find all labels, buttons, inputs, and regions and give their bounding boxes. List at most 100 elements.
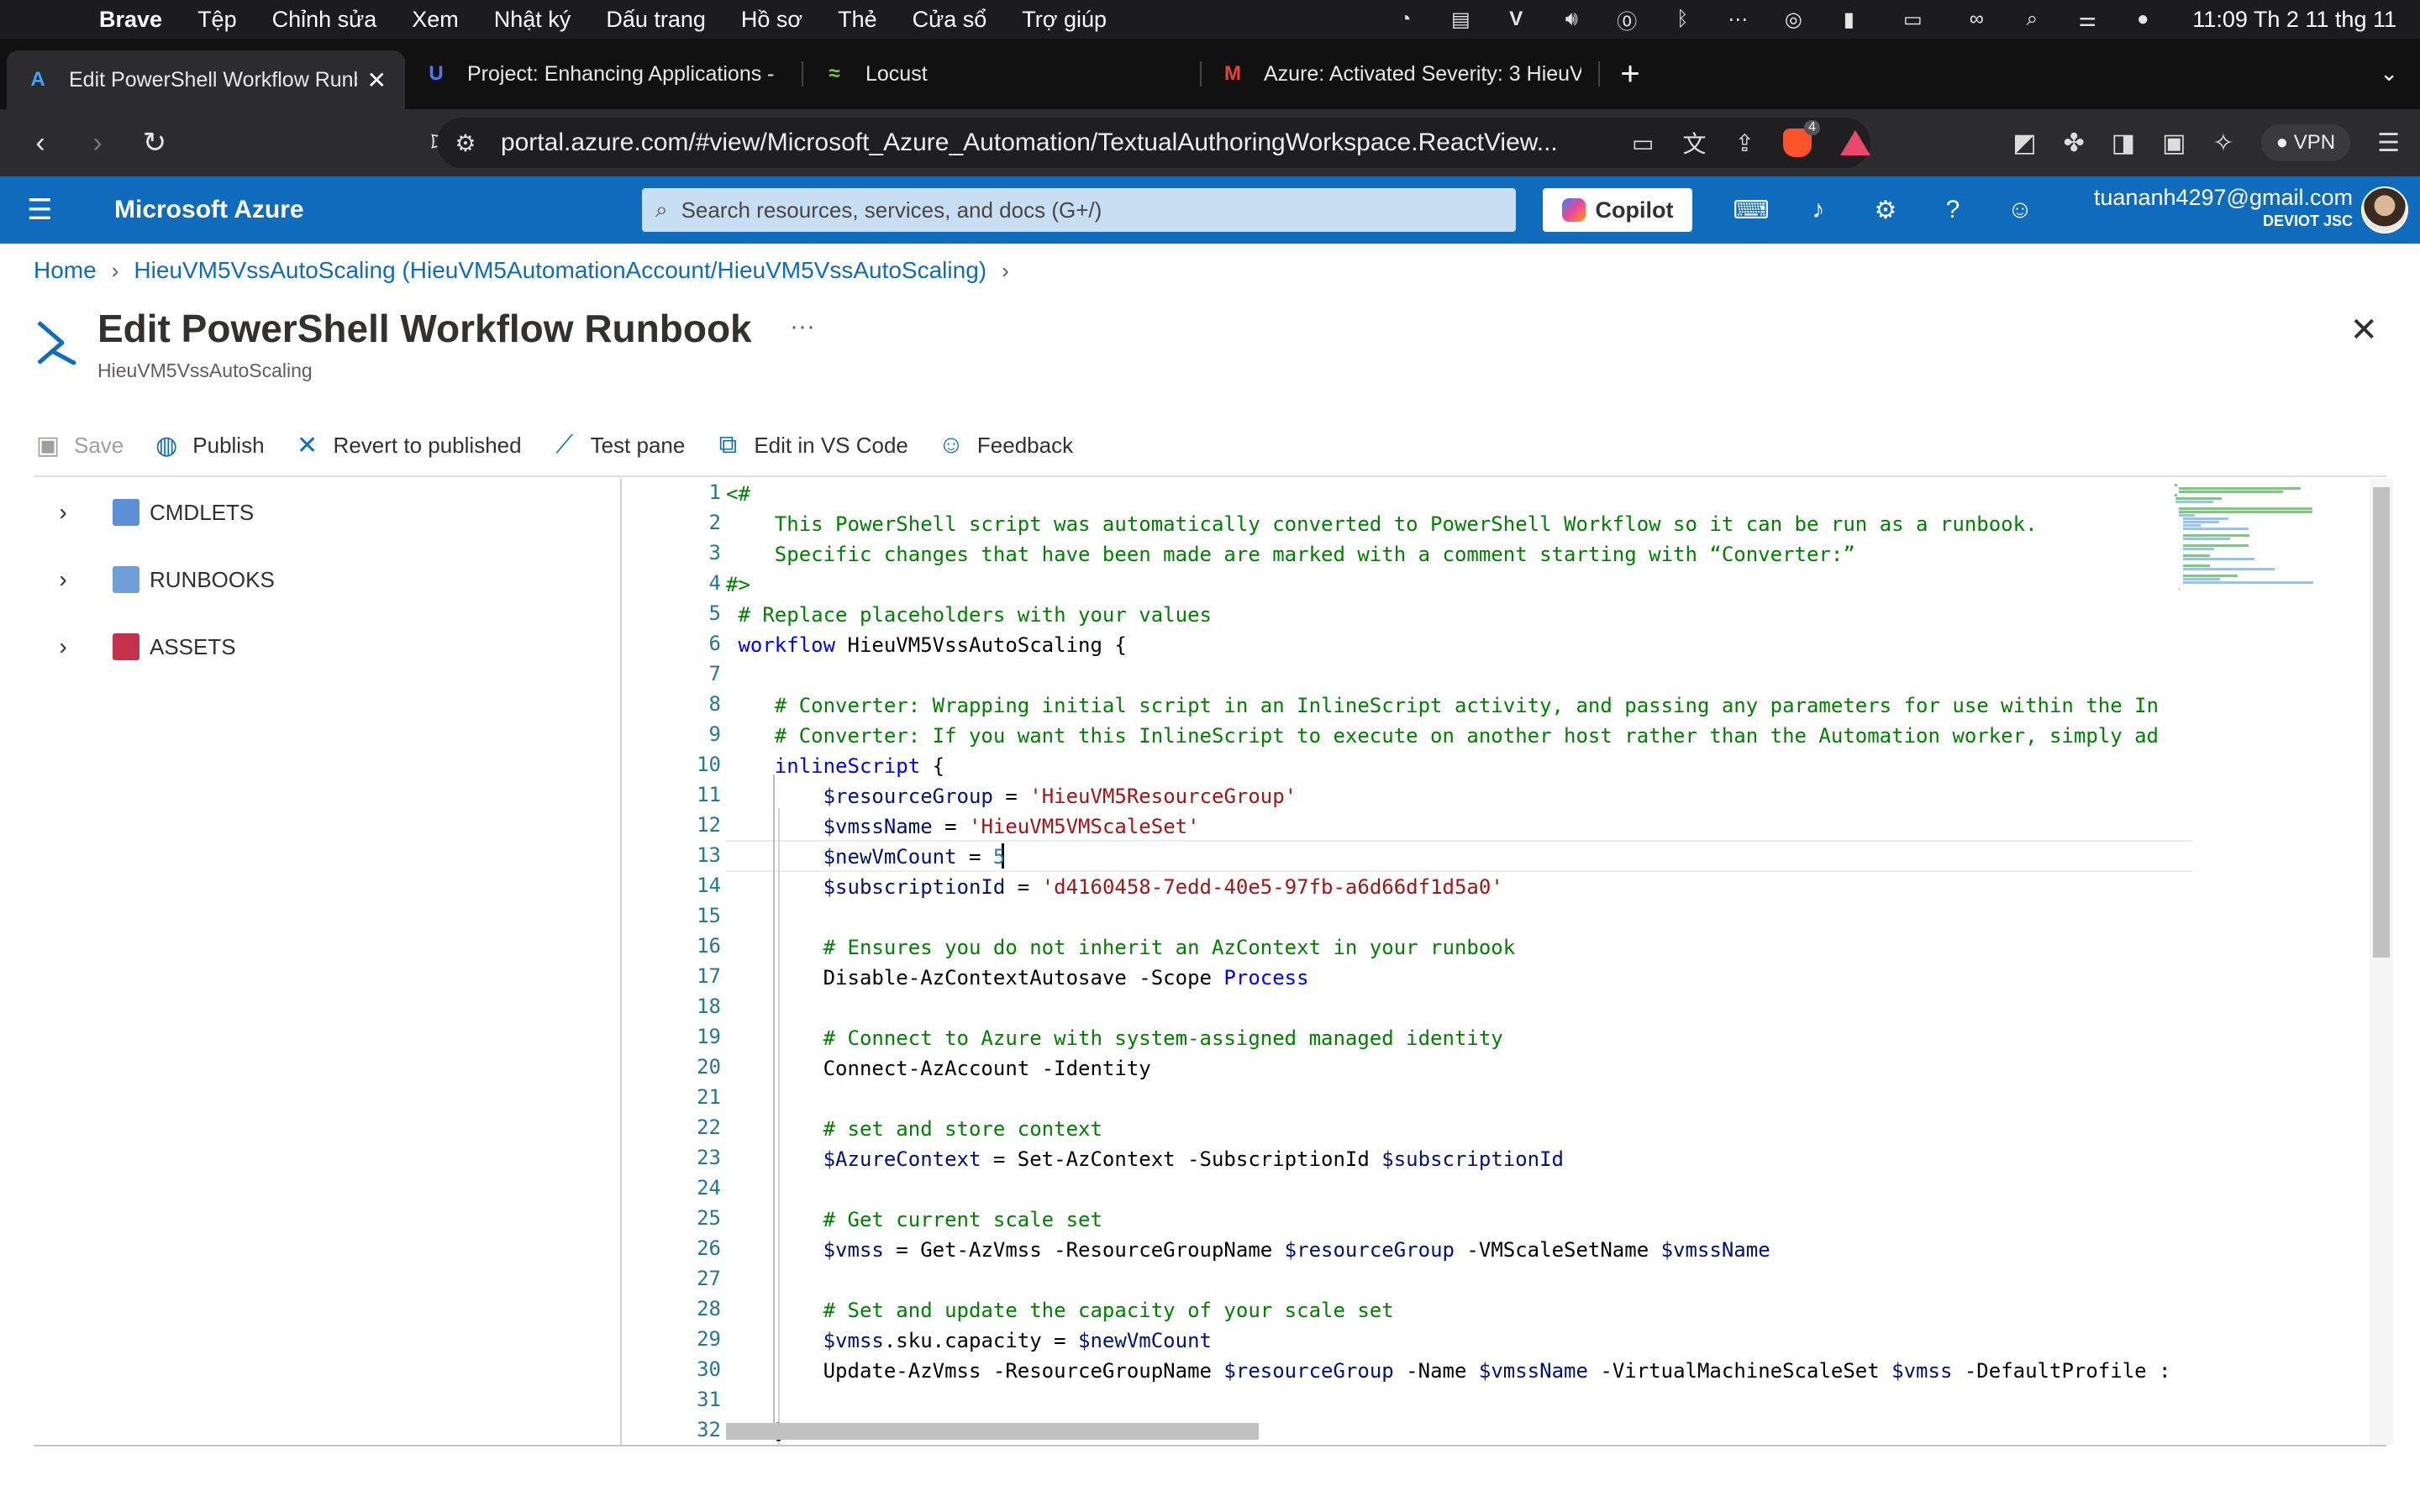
feedback-person-icon[interactable]: ☺ <box>2003 193 2037 227</box>
wallet-icon[interactable]: ▣ <box>2162 129 2186 158</box>
code-line[interactable]: # Ensures you do not inherit an AzContex… <box>726 932 1516 963</box>
menu-bookmarks[interactable]: Dấu trang <box>606 7 706 33</box>
code-area[interactable]: <# This PowerShell script was automatica… <box>726 479 2193 1445</box>
menu-view[interactable]: Xem <box>412 7 459 33</box>
copilot-button[interactable]: Copilot <box>1543 188 1692 232</box>
breadcrumb-home[interactable]: Home <box>34 257 97 284</box>
code-line[interactable]: $AzureContext = Set-AzContext -Subscript… <box>726 1144 1564 1174</box>
menubar-clock[interactable]: 11:09 Th 2 11 thg 11 <box>2192 7 2396 33</box>
tree-item-assets[interactable]: › ASSETS <box>50 633 236 660</box>
horizontal-scrollbar[interactable] <box>726 1423 1259 1440</box>
menu-tab[interactable]: Thẻ <box>838 7 877 33</box>
menu-edit[interactable]: Chỉnh sửa <box>272 7 377 33</box>
code-line[interactable]: Update-AzVmss -ResourceGroupName $resour… <box>726 1356 2171 1386</box>
new-tab-button[interactable]: + <box>1608 55 1652 93</box>
code-line[interactable]: Disable-AzContextAutosave -Scope Process <box>726 963 1309 993</box>
battery-icon[interactable]: ▭ <box>1891 8 1933 31</box>
code-line[interactable]: $vmssName = 'HieuVM5VMScaleSet' <box>726 811 1200 842</box>
keyboard-icon[interactable]: ▤ <box>1448 8 1473 31</box>
tab-udacity-project[interactable]: U Project: Enhancing Applications - <box>405 45 803 103</box>
accessibility-icon[interactable]: ⓪ <box>1614 10 1639 34</box>
breadcrumb-runbook[interactable]: HieuVM5VssAutoScaling (HieuVM5Automation… <box>134 257 986 284</box>
edit-in-vscode-button[interactable]: ⧉ Edit in VS Code <box>713 431 908 459</box>
brave-shields-icon[interactable]: 4 <box>1783 120 1820 157</box>
tree-item-runbooks[interactable]: › RUNBOOKS <box>50 566 275 593</box>
code-line[interactable]: # Converter: Wrapping initial script in … <box>726 690 2159 721</box>
tree-item-cmdlets[interactable]: › CMDLETS <box>50 499 254 526</box>
publish-button[interactable]: ◍ Publish <box>152 431 264 459</box>
vpn-button[interactable]: ● VPN <box>2260 124 2351 161</box>
battery-status-icon[interactable]: ▮ <box>1836 8 1861 31</box>
menu-profiles[interactable]: Hồ sơ <box>741 7 802 33</box>
menu-history[interactable]: Nhật ký <box>494 7 571 33</box>
minimap[interactable] <box>2166 479 2368 1445</box>
code-line[interactable]: # Get current scale set <box>726 1205 1102 1235</box>
link-icon[interactable]: ∞ <box>1964 8 1989 30</box>
account-info[interactable]: tuananh4297@gmail.com DEVIOT JSC <box>2094 185 2353 230</box>
code-line[interactable]: # Converter: If you want this InlineScri… <box>726 721 2159 751</box>
notifications-icon[interactable]: ♪ <box>1802 193 1835 227</box>
code-line[interactable]: workflow HieuVM5VssAutoScaling { <box>726 630 1126 660</box>
code-line[interactable]: $vmss.sku.capacity = $newVmCount <box>726 1326 1212 1356</box>
more-options-icon[interactable]: ··· <box>790 312 815 341</box>
back-icon[interactable]: ‹ <box>18 121 62 165</box>
code-line[interactable]: $subscriptionId = 'd4160458-7edd-40e5-97… <box>726 872 1503 902</box>
cast-icon[interactable]: ▭ <box>1632 129 1654 157</box>
code-line[interactable]: Specific changes that have been made are… <box>726 539 1855 570</box>
volume-icon[interactable]: 🔊︎ <box>1559 8 1584 30</box>
reload-icon[interactable]: ↻ <box>133 121 176 165</box>
vertical-scrollbar[interactable] <box>2370 479 2393 1445</box>
code-line[interactable]: # Replace placeholders with your values <box>726 600 1212 630</box>
v-icon[interactable]: V <box>1503 8 1528 30</box>
menu-window[interactable]: Cửa sổ <box>913 7 987 33</box>
extensions-icon[interactable]: ✤ <box>2064 129 2085 158</box>
chevron-right-icon[interactable]: › <box>50 566 76 593</box>
test-pane-button[interactable]: ⟋ Test pane <box>550 431 685 459</box>
code-line[interactable]: This PowerShell script was automatically… <box>726 509 2038 539</box>
help-icon[interactable]: ? <box>1936 193 1970 227</box>
control-center-icon[interactable]: ⚌ <box>2075 8 2100 31</box>
code-line[interactable]: <# <box>726 479 750 509</box>
sidebar-panel-icon[interactable]: ◩ <box>2012 129 2036 158</box>
code-line[interactable]: $resourceGroup = 'HieuVM5ResourceGroup' <box>726 781 1297 811</box>
code-line[interactable]: inlineScript { <box>726 751 944 781</box>
tab-list-chevron-icon[interactable]: ⌄ <box>2380 60 2398 87</box>
site-settings-icon[interactable]: ⚙ <box>449 129 482 157</box>
brave-rewards-icon[interactable] <box>1840 130 1870 155</box>
tab-gmail-azure-alert[interactable]: M Azure: Activated Severity: 3 HieuV <box>1202 45 1600 103</box>
code-line[interactable]: # Set and update the capacity of your sc… <box>726 1295 1394 1326</box>
airdrop-icon[interactable]: ◎ <box>1781 8 1806 31</box>
menu-icon[interactable]: ☰ <box>2377 129 2400 158</box>
spotlight-search-icon[interactable]: ⌕ <box>2019 8 2044 30</box>
code-line[interactable]: # set and store context <box>726 1114 1102 1144</box>
close-icon[interactable]: ✕ <box>2349 311 2378 349</box>
revert-button[interactable]: ✕ Revert to published <box>293 431 522 459</box>
chevron-right-icon[interactable]: › <box>50 499 76 526</box>
save-button[interactable]: ▣ Save <box>34 431 124 459</box>
timer-icon[interactable]: ◔ <box>1392 8 1418 30</box>
menu-help[interactable]: Trợ giúp <box>1022 7 1107 33</box>
translate-icon[interactable]: 文 <box>1683 126 1707 160</box>
code-line[interactable]: Connect-AzAccount -Identity <box>726 1053 1151 1084</box>
azure-brand[interactable]: Microsoft Azure <box>114 196 304 224</box>
siri-icon[interactable]: ● <box>2130 8 2155 30</box>
code-line[interactable]: # Connect to Azure with system-assigned … <box>726 1023 1503 1053</box>
code-line[interactable]: $newVmCount = 5 <box>726 842 1006 872</box>
network-icon[interactable]: ⋯ <box>1725 8 1750 31</box>
url-text[interactable]: portal.azure.com/#view/Microsoft_Azure_A… <box>501 129 1608 157</box>
menu-file[interactable]: Tệp <box>197 7 237 33</box>
chevron-right-icon[interactable]: › <box>50 633 76 660</box>
avatar[interactable] <box>2361 186 2408 234</box>
menu-app-name[interactable]: Brave <box>99 7 162 33</box>
settings-gear-icon[interactable]: ⚙ <box>1869 193 1902 227</box>
bluetooth-icon[interactable]: ᛒ <box>1670 8 1695 30</box>
tab-edit-runbook[interactable]: A Edit PowerShell Workflow Runbook ✕ <box>7 50 405 109</box>
sidebar-toggle-icon[interactable]: ◨ <box>2112 129 2135 158</box>
code-editor[interactable]: 1 2 3 4 5 6 7 8 9 10 11 12 13 14 15 16 17 18 19 20 21 22 23 24 2… <box>620 479 2393 1445</box>
forward-icon[interactable]: › <box>76 121 119 165</box>
leo-ai-icon[interactable]: ✧ <box>2212 129 2233 158</box>
code-line[interactable]: #> <box>726 570 750 600</box>
portal-menu-icon[interactable]: ☰ <box>27 193 60 227</box>
tab-locust[interactable]: ≈ Locust <box>803 45 1202 103</box>
code-line[interactable]: $vmss = Get-AzVmss -ResourceGroupName $r… <box>726 1235 1770 1265</box>
